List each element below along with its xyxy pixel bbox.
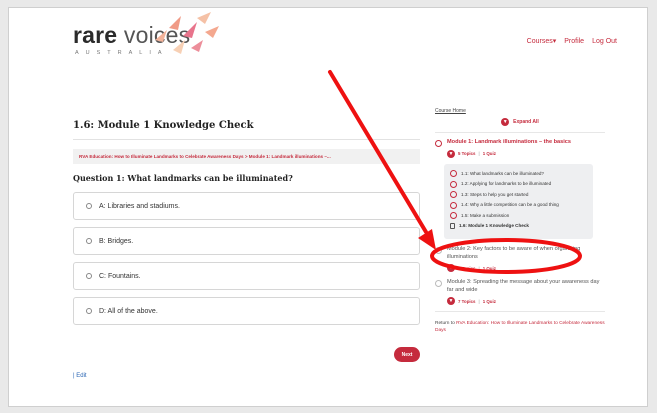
module-3-meta[interactable]: ▼ 7 Topics | 1 Quiz	[447, 297, 605, 306]
topics-count: 6 Topics	[458, 265, 476, 271]
quiz-count: 1 Quiz	[482, 265, 496, 271]
progress-circle-icon	[435, 279, 442, 287]
return-course-link[interactable]: RVA Education: How to Illuminate Landmar…	[435, 321, 605, 333]
topic-item[interactable]: 1.3: Steps to help you get started	[450, 191, 587, 198]
topic-item[interactable]: 1.4: Why a little competition can be a g…	[450, 201, 587, 209]
answer-option-c[interactable]: C: Fountains.	[73, 262, 420, 290]
courses-menu[interactable]: Courses▾	[527, 37, 557, 45]
radio-icon[interactable]	[86, 273, 92, 279]
quiz-count: 1 Quiz	[482, 298, 496, 304]
module-2: Module 2: Key factors to be aware of whe…	[435, 246, 605, 273]
radio-icon[interactable]	[86, 308, 92, 314]
answer-option-b[interactable]: B: Bridges.	[73, 227, 420, 255]
quiz-content: 1.6: Module 1 Knowledge Check RVA Educat…	[73, 120, 420, 379]
module-1-title[interactable]: Module 1: Landmark illuminations – the b…	[435, 139, 605, 147]
chevron-down-icon: ▼	[447, 149, 455, 158]
progress-circle-icon	[450, 191, 457, 198]
quiz-item-current[interactable]: 1.6: Module 1 Knowledge Check	[450, 223, 587, 229]
quiz-document-icon	[450, 223, 455, 229]
edit-link[interactable]: | Edit	[73, 373, 87, 379]
module-1-topic-list: 1.1: What landmarks can be illuminated? …	[444, 163, 593, 240]
topic-item[interactable]: 1.1: What landmarks can be illuminated?	[450, 170, 587, 177]
logo-text-main: rare	[73, 22, 118, 48]
course-home-link[interactable]: Course Home	[435, 108, 605, 114]
answer-label: C: Fountains.	[99, 272, 141, 280]
birds-logo-icon	[155, 12, 219, 54]
module-3-title[interactable]: Module 3: Spreading the message about yo…	[435, 279, 605, 294]
radio-icon[interactable]	[86, 238, 92, 244]
radio-icon[interactable]	[86, 203, 92, 209]
progress-circle-icon	[450, 212, 457, 219]
answer-label: A: Libraries and stadiums.	[99, 202, 180, 210]
topics-count: 7 Topics	[458, 298, 476, 304]
course-navigation: Course Home ▼ Expand All Module 1: Landm…	[435, 108, 605, 334]
module-2-title[interactable]: Module 2: Key factors to be aware of whe…	[435, 246, 605, 261]
progress-circle-icon	[450, 170, 457, 177]
chevron-down-icon: ▼	[447, 297, 455, 306]
topic-item[interactable]: 1.5: Make a submission	[450, 212, 587, 219]
answer-label: B: Bridges.	[99, 237, 134, 245]
module-1: Module 1: Landmark illuminations – the b…	[435, 139, 605, 240]
logout-link[interactable]: Log Out	[592, 38, 617, 45]
top-nav: Courses▾ Profile Log Out	[527, 37, 617, 46]
chevron-down-icon: ▼	[447, 264, 455, 273]
answer-option-a[interactable]: A: Libraries and stadiums.	[73, 192, 420, 220]
profile-link[interactable]: Profile	[564, 38, 584, 45]
question-text: Question 1: What landmarks can be illumi…	[73, 173, 293, 183]
caret-down-icon: ▾	[552, 38, 557, 45]
progress-circle-icon	[435, 139, 442, 147]
return-to-course: Return to RVA Education: How to Illumina…	[435, 321, 605, 333]
topic-item[interactable]: 1.2: Applying for landmarks to be illumi…	[450, 180, 587, 188]
topics-count: 5 Topics	[458, 151, 476, 156]
expand-all-button[interactable]: ▼ Expand All	[435, 118, 605, 126]
answer-label: D: All of the above.	[99, 307, 158, 315]
breadcrumb[interactable]: RVA Education: How to Illuminate Landmar…	[73, 149, 420, 164]
progress-circle-icon	[450, 201, 457, 209]
module-1-meta[interactable]: ▼ 5 Topics | 1 Quiz	[447, 149, 605, 158]
progress-circle-icon	[450, 180, 457, 188]
page-title: 1.6: Module 1 Knowledge Check	[73, 120, 254, 131]
divider	[435, 311, 605, 313]
chevron-down-icon: ▼	[501, 118, 510, 126]
module-3: Module 3: Spreading the message about yo…	[435, 279, 605, 306]
module-2-meta[interactable]: ▼ 6 Topics | 1 Quiz	[447, 264, 605, 273]
progress-circle-icon	[435, 246, 442, 254]
answer-option-d[interactable]: D: All of the above.	[73, 297, 420, 325]
answer-list: A: Libraries and stadiums. B: Bridges. C…	[73, 192, 420, 325]
quiz-count: 1 Quiz	[482, 151, 496, 156]
next-button[interactable]: Next	[394, 347, 420, 362]
browser-page: rare voices AUSTRALIA Courses▾ Profile L…	[8, 7, 648, 407]
divider	[73, 139, 420, 140]
expand-all-label: Expand All	[513, 119, 539, 125]
divider	[435, 132, 605, 133]
